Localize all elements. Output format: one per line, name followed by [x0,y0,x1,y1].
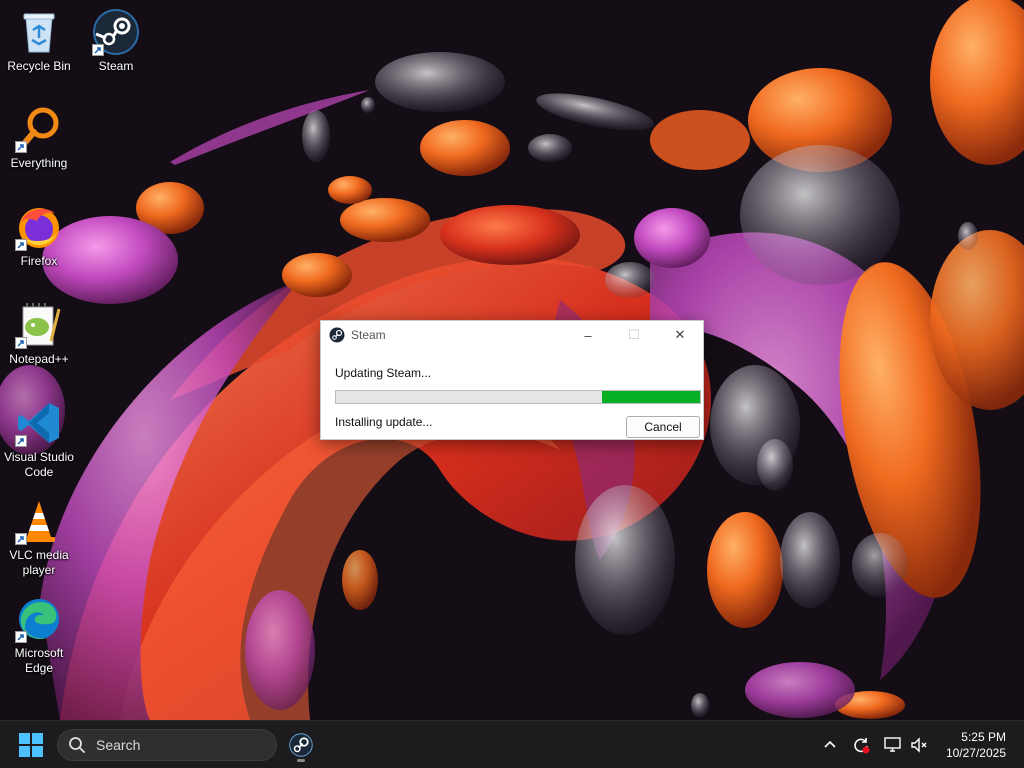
steam-icon [329,327,345,343]
windows-start-icon[interactable] [18,732,44,758]
chevron-up-icon [824,740,836,748]
progress-fill [601,391,700,403]
running-indicator [297,759,305,762]
desktop-icon-edge[interactable]: Microsoft Edge [2,595,76,676]
shortcut-arrow-icon [15,435,27,447]
clock-time: 5:25 PM [961,730,1006,744]
steam-icon [289,733,313,757]
update-substatus-text: Installing update... [335,415,433,429]
tray-network-icon[interactable] [883,735,903,755]
desktop-icon-firefox[interactable]: Firefox [2,203,76,269]
desktop-icon-label: Visual Studio Code [4,450,74,479]
network-icon [884,737,901,752]
shortcut-arrow-icon [15,631,27,643]
desktop-icon-label: VLC media player [9,548,69,577]
show-hidden-icons-button[interactable] [820,735,840,755]
desktop-icon-steam[interactable]: Steam [79,8,153,74]
dialog-title: Steam [351,328,386,342]
desktop-icon-label: Recycle Bin [7,59,71,73]
shortcut-arrow-icon [15,141,27,153]
desktop-icon-label: Firefox [20,254,58,268]
recycle-bin-icon [23,13,55,53]
shortcut-arrow-icon [15,239,27,251]
search-input[interactable] [94,736,268,754]
close-button[interactable]: ✕ [657,321,703,349]
update-progress-bar [335,390,701,404]
dialog-titlebar[interactable]: Steam – ☐ ✕ [321,321,703,349]
taskbar-search-box[interactable] [57,729,277,761]
desktop-icon-everything[interactable]: Everything [2,105,76,171]
taskbar-clock[interactable]: 5:25 PM 10/27/2025 [946,729,1006,761]
volume-muted-icon [911,737,927,753]
desktop-icon-recycle-bin[interactable]: Recycle Bin [2,8,76,74]
taskbar: 5:25 PM 10/27/2025 [0,720,1024,768]
clock-date: 10/27/2025 [945,746,1006,760]
shortcut-arrow-icon [92,44,104,56]
desktop-icon-label: Everything [10,156,68,170]
cancel-button[interactable]: Cancel [626,416,700,438]
shortcut-arrow-icon [15,533,27,545]
tray-volume-icon[interactable] [909,735,929,755]
steam-update-dialog: Steam – ☐ ✕ Updating Steam... Installing… [320,320,704,440]
desktop-icon-vlc[interactable]: VLC media player [2,497,76,578]
shortcut-arrow-icon [15,337,27,349]
desktop-icon-label: Steam [98,59,134,73]
minimize-button[interactable]: – [565,321,611,349]
desktop-icon-label: Notepad++ [9,352,69,366]
desktop-icon-label: Microsoft Edge [14,646,64,675]
desktop-icon-vscode[interactable]: Visual Studio Code [2,399,76,480]
maximize-button: ☐ [628,327,640,342]
search-icon [69,737,85,753]
update-status-text: Updating Steam... [335,366,432,380]
taskbar-app-steam[interactable] [284,727,318,763]
tray-update-icon[interactable] [851,735,871,755]
update-sync-icon [854,738,870,754]
desktop-icon-notepadpp[interactable]: Notepad++ [2,301,76,367]
